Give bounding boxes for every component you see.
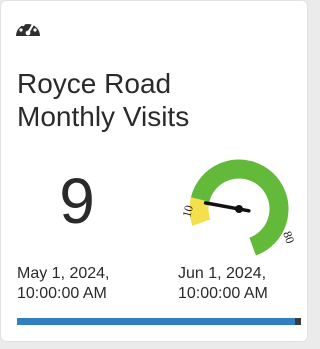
period-start-day: May 1, 2024, xyxy=(17,265,110,282)
period-end-day: Jun 1, 2024, xyxy=(178,265,267,282)
speedometer-icon xyxy=(16,20,40,36)
period-start-time: 10:00:00 AM xyxy=(17,285,107,302)
visit-count-value: 9 xyxy=(59,165,95,237)
period-progress-bar xyxy=(17,318,301,325)
widget-title-line-1: Royce Road xyxy=(17,68,172,99)
gauge-needle-hub xyxy=(235,205,243,213)
visits-widget-card[interactable]: Royce Road Monthly Visits 9 10 80 May 1,… xyxy=(0,0,308,342)
period-end-time: 10:00:00 AM xyxy=(178,285,268,302)
widget-title-line-2: Monthly Visits xyxy=(17,101,190,132)
period-start-date: May 1, 2024, 10:00:00 AM xyxy=(17,264,110,304)
visits-gauge: 10 80 xyxy=(179,159,297,256)
period-end-date: Jun 1, 2024, 10:00:00 AM xyxy=(178,264,268,304)
widget-title: Royce Road Monthly Visits xyxy=(17,67,297,133)
period-progress-fill xyxy=(17,318,296,325)
gauge-yellow-band xyxy=(189,197,211,226)
